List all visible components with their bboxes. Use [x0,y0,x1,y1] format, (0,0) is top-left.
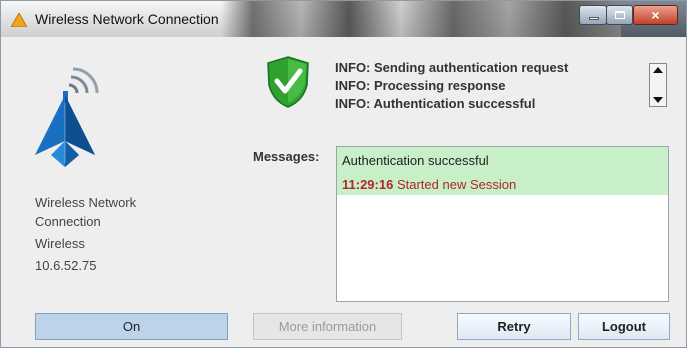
main-window: Wireless Network Connection × Wireless N… [0,0,687,348]
on-button[interactable]: On [35,313,228,340]
window-title: Wireless Network Connection [35,11,219,27]
maximize-icon [615,11,625,19]
green-shield-check-icon [265,55,311,114]
minimize-button[interactable] [579,5,607,25]
retry-button[interactable]: Retry [457,313,571,340]
close-icon: × [651,7,660,23]
scroll-down-arrow-icon[interactable] [653,97,663,103]
log-line: INFO: Sending authentication request [335,60,569,75]
more-information-button[interactable]: More information [253,313,402,340]
logout-button[interactable]: Logout [578,313,670,340]
wireless-antenna-icon [31,63,111,188]
title-bar-background [221,1,621,37]
message-text: Started new Session [396,177,517,192]
warning-triangle-icon [10,12,28,32]
close-button[interactable]: × [633,5,678,25]
connection-name-line1: Wireless Network [35,195,137,210]
title-bar[interactable]: Wireless Network Connection × [1,1,686,37]
message-time: 11:29:16 [342,177,394,192]
message-item: 11:29:16 Started new Session [342,177,516,192]
log-output: INFO: Sending authentication request INF… [335,59,568,113]
messages-label: Messages: [253,149,320,164]
connection-type: Wireless [35,236,85,251]
log-line: INFO: Processing response [335,78,506,93]
message-item: Authentication successful [342,153,489,168]
messages-box[interactable]: Authentication successful 11:29:16 Start… [336,146,669,302]
maximize-button[interactable] [606,5,633,25]
connection-name-line2: Connection [35,214,101,229]
minimize-icon [589,17,599,20]
log-line: INFO: Authentication successful [335,96,536,111]
scroll-up-arrow-icon[interactable] [653,67,663,73]
log-scrollbar[interactable] [649,63,667,107]
ip-address: 10.6.52.75 [35,258,97,273]
